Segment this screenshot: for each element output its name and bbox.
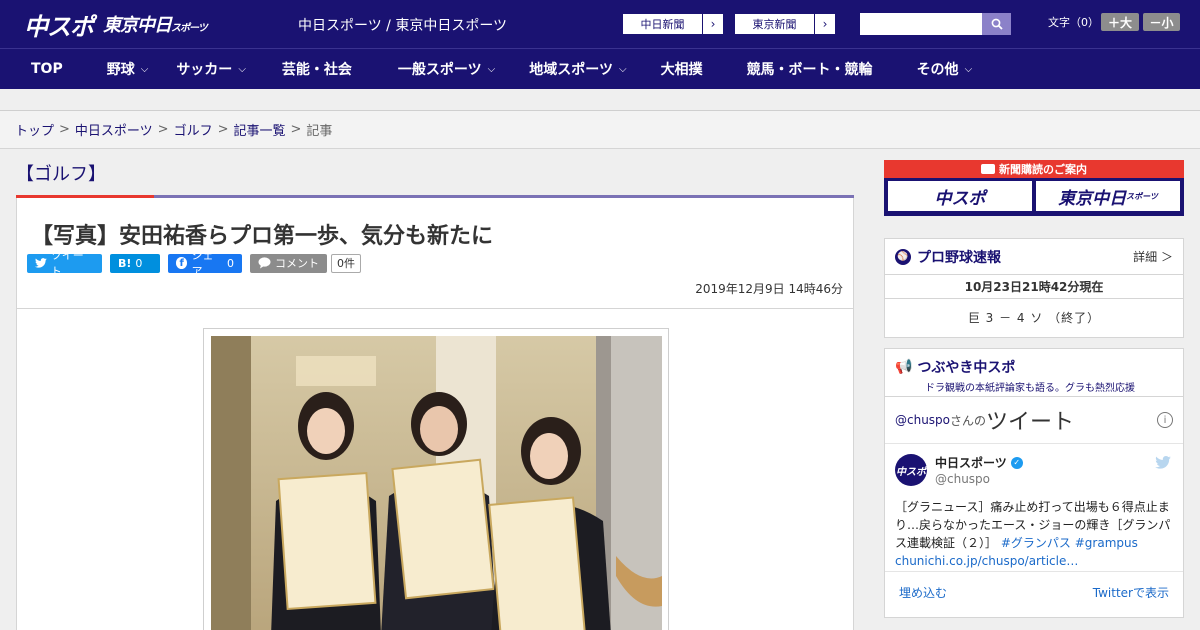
hatena-icon: B! <box>118 256 132 270</box>
breadcrumb: トップ > 中日スポーツ > ゴルフ > 記事一覧 > 記事 <box>0 111 1200 149</box>
subscription-banner[interactable]: 新聞購読のご案内 中スポ 東京中日 スポーツ <box>884 160 1184 216</box>
tweet-author-name[interactable]: 中日スポーツ <box>935 454 1007 471</box>
search-button[interactable] <box>982 13 1011 35</box>
chevron-right-icon: › <box>822 17 828 31</box>
article-date: 2019年12月9日 14時46分 <box>695 282 843 296</box>
photo-three-golfers-with-certificates <box>211 336 662 630</box>
widget-subtitle: ドラ観戦の本紙評論家も語る。グラも熱烈応援 <box>925 383 1135 394</box>
breadcrumb-article-list[interactable]: 記事一覧 <box>234 120 286 139</box>
nav-item-entertainment[interactable]: 芸能・社会 <box>260 49 366 89</box>
share-buttons: ツイート B! 0 f シェア 0 コメント 0件 <box>27 249 361 278</box>
main-nav: TOP 野球 ⌵ サッカー ⌵ 芸能・社会 一般スポーツ ⌵ 地域スポーツ ⌵ 大相撲 … <box>0 48 1200 89</box>
logo-chuspo: 中スポ <box>24 12 94 41</box>
tweets-heading: ツイート <box>986 410 1075 435</box>
chevron-down-icon: ⌵ <box>618 63 627 75</box>
chevron-down-icon: ⌵ <box>964 63 973 75</box>
article-headline: 【写真】安田祐香らプロ第一歩、気分も新たに <box>31 224 494 249</box>
breadcrumb-golf[interactable]: ゴルフ <box>174 120 213 139</box>
twitter-handle-link[interactable]: @chuspo <box>895 413 950 427</box>
comment-button[interactable]: コメント <box>250 253 327 273</box>
nav-item-regional-sports[interactable]: 地域スポーツ ⌵ <box>509 49 640 89</box>
tokyo-shimbun-link[interactable]: 東京新聞 › <box>734 13 836 35</box>
hashtag-link[interactable]: #グランパス <box>1001 536 1071 550</box>
nav-item-soccer[interactable]: サッカー ⌵ <box>162 49 260 89</box>
top-header: 中スポ 東京中日スポーツ 中日スポーツ / 東京中日スポーツ 中日新聞 › 東京… <box>0 0 1200 48</box>
article-photo-frame[interactable] <box>203 328 669 630</box>
verified-badge-icon: ✓ <box>1010 456 1023 469</box>
nav-item-general-sports[interactable]: 一般スポーツ ⌵ <box>366 49 509 89</box>
article-photo <box>211 336 662 630</box>
site-logo[interactable]: 中スポ 東京中日スポーツ <box>24 8 208 41</box>
widget-title: プロ野球速報 <box>917 249 1001 266</box>
breadcrumb-chunichi-sports[interactable]: 中日スポーツ <box>75 120 153 139</box>
nav-item-sumo[interactable]: 大相撲 <box>641 49 717 89</box>
font-size-label: 文字（0） <box>1048 16 1099 29</box>
twitter-bird-icon <box>35 258 47 268</box>
breadcrumb-top[interactable]: トップ <box>15 120 54 139</box>
search-icon <box>991 18 1003 30</box>
facebook-icon: f <box>176 257 188 269</box>
tweet-item[interactable]: 中スポ 中日スポーツ ✓ @chuspo ［グラニュース］痛み止め打って出場も６… <box>885 443 1183 571</box>
embed-link[interactable]: 埋め込む <box>899 584 947 601</box>
hatena-bookmark-button[interactable]: B! 0 <box>110 253 160 273</box>
comment-bubble-icon <box>258 257 271 269</box>
search-input[interactable] <box>860 13 984 35</box>
chevron-down-icon: ⌵ <box>487 63 496 75</box>
twitter-timeline-widget: 📢 つぶやき中スポ ドラ観戦の本紙評論家も語る。グラも熱烈応援 @chuspo … <box>884 348 1184 618</box>
nav-item-top[interactable]: TOP <box>0 49 77 89</box>
avatar[interactable]: 中スポ <box>895 454 927 486</box>
chunichi-shimbun-link[interactable]: 中日新聞 › <box>622 13 724 35</box>
subscribe-chuspo-logo[interactable]: 中スポ <box>888 181 1032 211</box>
font-size-decrease-button[interactable]: －小 <box>1143 13 1180 31</box>
tweet-button[interactable]: ツイート <box>27 249 102 278</box>
comment-count: 0件 <box>331 253 361 273</box>
score-timestamp: 10月23日21時42分現在 <box>885 275 1183 299</box>
category-title: 【ゴルフ】 <box>16 164 106 185</box>
game-score[interactable]: 巨 3 － 4 ソ （終了） <box>885 299 1183 337</box>
subscribe-tokyo-chunichi-logo[interactable]: 東京中日 スポーツ <box>1036 181 1180 211</box>
pro-baseball-scores-widget: ⚾ プロ野球速報 詳細 ＞ 10月23日21時42分現在 巨 3 － 4 ソ （… <box>884 238 1184 338</box>
megaphone-icon: 📢 <box>895 359 913 375</box>
logo-tokyo-chunichi: 東京中日スポーツ <box>103 15 208 36</box>
article-card: 【写真】安田祐香らプロ第一歩、気分も新たに ツイート B! 0 f シェア 0 … <box>16 198 854 630</box>
chevron-down-icon: ⌵ <box>140 63 149 75</box>
view-on-twitter-link[interactable]: Twitterで表示 <box>1093 584 1169 601</box>
info-icon[interactable]: i <box>1157 412 1173 428</box>
tweet-author-username[interactable]: @chuspo <box>935 472 990 486</box>
hashtag-link[interactable]: #grampus <box>1075 536 1138 550</box>
subscription-banner-title: 新聞購読のご案内 <box>999 163 1087 176</box>
header-spacer <box>0 89 1200 111</box>
tweet-text: ［グラニュース］痛み止め打って出場も６得点止まり…戻らなかったエース・ジョーの輝… <box>895 500 1171 568</box>
baseball-icon: ⚾ <box>895 248 911 265</box>
site-title: 中日スポーツ / 東京中日スポーツ <box>298 18 508 34</box>
tweet-url-link[interactable]: chunichi.co.jp/chuspo/article… <box>895 554 1078 568</box>
chevron-down-icon: ⌵ <box>238 63 246 75</box>
nav-item-others[interactable]: その他 ⌵ <box>887 49 987 89</box>
facebook-share-button[interactable]: f シェア 0 <box>168 249 242 278</box>
font-size-increase-button[interactable]: ＋大 <box>1101 13 1139 31</box>
widget-title: つぶやき中スポ <box>917 360 1016 376</box>
newspaper-icon <box>981 164 995 174</box>
twitter-bird-icon <box>1155 456 1171 473</box>
breadcrumb-current: 記事 <box>306 124 333 139</box>
baseball-details-link[interactable]: 詳細 ＞ <box>1133 248 1173 265</box>
nav-item-baseball[interactable]: 野球 ⌵ <box>77 49 163 89</box>
chevron-right-icon: › <box>710 17 716 31</box>
nav-item-racing[interactable]: 競馬・ボート・競輪 <box>717 49 887 89</box>
